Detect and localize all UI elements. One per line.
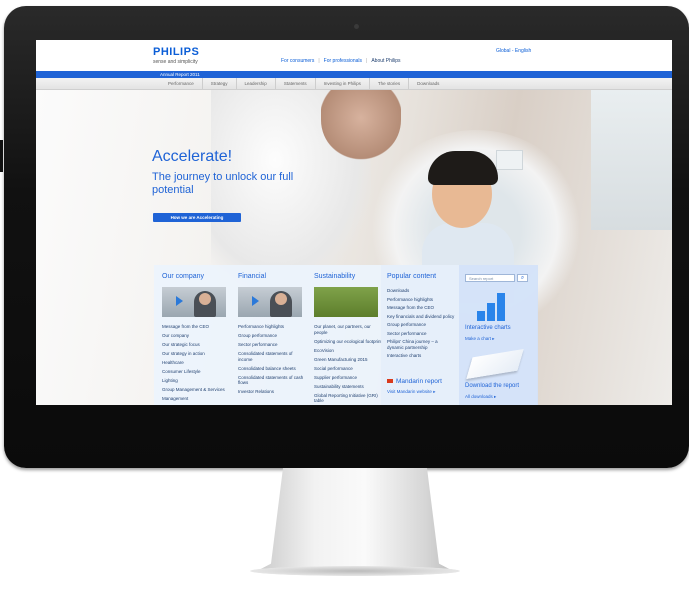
list-item[interactable]: Optimizing our ecological footprint (314, 339, 382, 345)
medical-device (591, 90, 672, 230)
list-item[interactable]: Our strategic focus (162, 342, 230, 348)
list-item[interactable]: Consolidated balance sheets (238, 366, 306, 372)
nav-professionals[interactable]: For professionals (324, 58, 362, 64)
list-item[interactable]: Philips' China journey – a dynamic partn… (387, 339, 455, 350)
list-item[interactable]: Downloads (387, 288, 455, 294)
list-item[interactable]: Consolidated statements of income (238, 351, 306, 362)
list-item[interactable]: Consolidated statements of cash flows (238, 375, 306, 386)
mandarin-link[interactable]: Visit Mandarin website ▸ (387, 389, 435, 395)
search-icon[interactable]: ⌕ (517, 274, 528, 282)
monitor-frame: PHILIPS sense and simplicity For consume… (4, 6, 689, 468)
subnav-performance[interactable]: Performance (160, 78, 203, 89)
list-item[interactable]: Interactive charts (387, 353, 455, 359)
list-item[interactable]: Healthcare (162, 360, 230, 366)
list-item[interactable]: EcoVision (314, 348, 382, 354)
column-financial: Financial Performance highlights Group p… (230, 265, 306, 405)
separator: | (366, 58, 368, 64)
china-flag-icon (387, 379, 393, 384)
sub-navigation: Performance Strategy Leadership Statemen… (36, 78, 672, 90)
annual-report-label[interactable]: Annual Report 2011 (160, 71, 200, 78)
popular-content-column: Popular content Downloads Performance hi… (381, 265, 459, 405)
list-item[interactable]: Green Manufacturing 2015 (314, 357, 382, 363)
list-item[interactable]: Supplier performance (314, 375, 382, 381)
hero-subtitle: The journey to unlock our full potential (152, 171, 294, 196)
bar-chart-icon[interactable] (477, 291, 513, 321)
stand-base (250, 566, 460, 576)
list-item[interactable]: Sector performance (238, 342, 306, 348)
tagline: sense and simplicity (153, 59, 198, 65)
list-item[interactable]: Consumer Lifestyle (162, 369, 230, 375)
list-item[interactable]: Sustainability statements (314, 384, 382, 390)
subnav-downloads[interactable]: Downloads (409, 78, 447, 89)
monitor-stand (255, 468, 455, 572)
top-bar: PHILIPS sense and simplicity For consume… (36, 40, 672, 70)
list-item[interactable]: Social performance (314, 366, 382, 372)
subnav-stories[interactable]: The stories (370, 78, 410, 89)
column-title[interactable]: Sustainability (314, 273, 355, 280)
list-item[interactable]: Group performance (238, 333, 306, 339)
list-item[interactable]: Performance highlights (387, 297, 455, 303)
list-item[interactable]: Sector performance (387, 331, 455, 337)
side-column: Search report ⌕ Interactive charts Make … (459, 265, 538, 405)
download-report-title[interactable]: Download the report (465, 383, 519, 389)
column-sustainability: Sustainability Our planet, our partners,… (306, 265, 382, 405)
column-our-company: Our company Message from the CEO Our com… (154, 265, 230, 405)
doctor-head (321, 90, 401, 160)
search-input[interactable]: Search report (465, 274, 515, 282)
subnav-statements[interactable]: Statements (276, 78, 316, 89)
nav-consumers[interactable]: For consumers (281, 58, 314, 64)
screen: PHILIPS sense and simplicity For consume… (36, 40, 672, 405)
list-item[interactable]: Key financials and dividend policy (387, 314, 455, 320)
column-title[interactable]: Financial (238, 273, 266, 280)
separator: | (318, 58, 320, 64)
list-item[interactable]: Our company (162, 333, 230, 339)
subnav-leadership[interactable]: Leadership (237, 78, 276, 89)
nav-about[interactable]: About Philips (371, 58, 400, 64)
list-item[interactable]: Message from the CEO (387, 305, 455, 311)
mandarin-report[interactable]: Mandarin report (387, 378, 442, 385)
list-item[interactable]: Message from the CEO (162, 324, 230, 330)
background-edge (0, 140, 3, 172)
camera-dot (354, 24, 359, 29)
cfo-video-thumbnail[interactable] (238, 287, 302, 317)
accelerating-button[interactable]: How we are Accelerating (153, 213, 241, 222)
list-item[interactable]: Performance highlights (238, 324, 306, 330)
mandarin-label: Mandarin report (396, 378, 442, 385)
all-downloads-link[interactable]: All downloads ▸ (465, 394, 496, 400)
make-chart-link[interactable]: Make a chart ▸ (465, 336, 495, 342)
blue-band (36, 71, 672, 78)
subnav-investing[interactable]: Investing in Philips (316, 78, 370, 89)
philips-logo[interactable]: PHILIPS (153, 46, 199, 58)
column-title[interactable]: Our company (162, 273, 204, 280)
list-item[interactable]: Our planet, our partners, our people (314, 324, 382, 335)
interactive-charts-title[interactable]: Interactive charts (465, 325, 511, 331)
list-item[interactable]: Group Management & Services (162, 387, 230, 393)
ceo-video-thumbnail[interactable] (162, 287, 226, 317)
report-book-icon[interactable] (466, 348, 524, 380)
list-item[interactable]: Investor Relations (238, 389, 306, 395)
list-item[interactable]: Our strategy in action (162, 351, 230, 357)
list-item[interactable]: Lighting (162, 378, 230, 384)
subnav-strategy[interactable]: Strategy (203, 78, 237, 89)
popular-title: Popular content (387, 273, 437, 280)
hero-title: Accelerate! (152, 148, 233, 165)
sustainability-thumbnail[interactable] (314, 287, 378, 317)
play-icon (176, 296, 183, 306)
list-item[interactable]: Global Reporting Initiative (GRI) table (314, 393, 382, 404)
region-selector[interactable]: Global - English (496, 48, 531, 54)
list-item[interactable]: Management (162, 396, 230, 402)
top-nav: For consumers | For professionals | Abou… (281, 58, 401, 64)
list-item[interactable]: Group performance (387, 322, 455, 328)
play-icon (252, 296, 259, 306)
